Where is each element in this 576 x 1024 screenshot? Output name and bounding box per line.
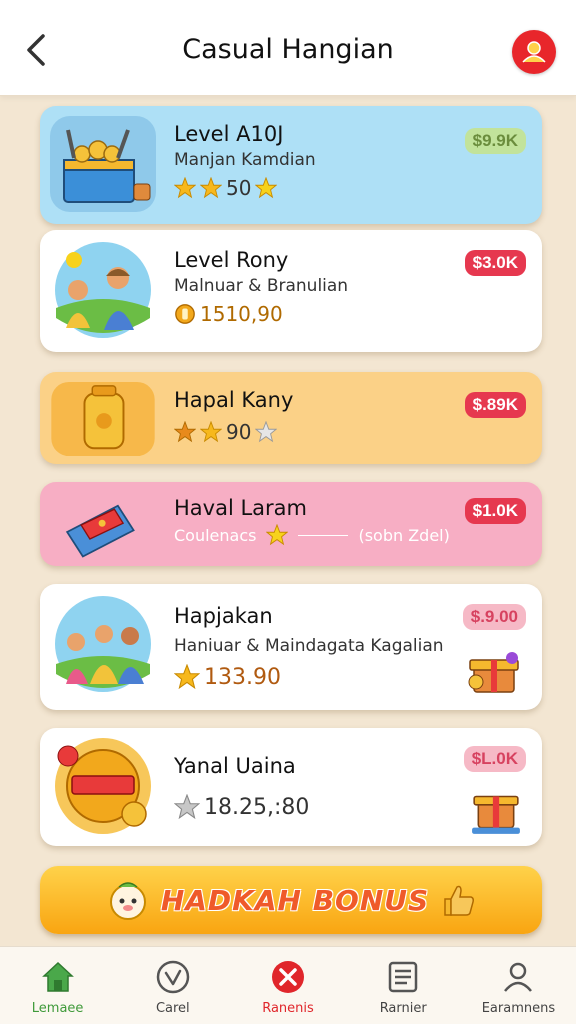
price-badge: $3.0K [464,250,526,276]
gift-box-icon [468,652,519,693]
star-icon [174,177,196,199]
star-icon [200,421,222,443]
card-rating: 90 [174,420,278,444]
check-circle-icon [156,960,190,994]
nav-label: Rarnier [379,1001,427,1016]
nav-label: Carel [155,1001,190,1016]
page-title: Casual Hangian [182,34,394,65]
bonus-button[interactable]: HADKAH BONUS [40,866,542,934]
gift-box-icon [472,795,520,834]
user-badge-icon [522,41,546,63]
nav-item-earamnens[interactable]: Earamnens [461,947,576,1024]
profile-button[interactable] [512,30,556,74]
thumbs-up-icon [444,885,475,916]
card-subtitle: Malnuar & Branulian [174,276,349,296]
nav-label: Ranenis [262,1001,314,1016]
nav-item-ranenis[interactable]: Ranenis [230,947,345,1024]
card-subtitle-row: Coulenacs (sobn Zdel) [174,524,450,546]
nav-label: Earamnens [481,1001,556,1016]
coin-icon [175,304,195,324]
price-badge: $1.0K [464,498,526,524]
card-rating: 50 [174,176,278,200]
level-card[interactable]: Yanal Uaina 18.25,:80 $L.0K [40,728,542,846]
card-title: Haval Laram [174,496,307,520]
children-illustration-icon [55,596,151,692]
gold-jar-icon [51,381,155,457]
card-title: Level A10J [174,122,284,146]
nav-label: Lemaee [31,1001,84,1016]
card-score: 90 [226,420,252,444]
star-icon [200,177,222,199]
card-subtitle: Haniuar & Maindagata Kagalian [174,636,444,656]
nav-item-rarnier[interactable]: Rarnier [346,947,461,1024]
ticket-icon [65,504,135,558]
mascot-icon [109,882,146,920]
card-title: Hapjakan [174,604,273,628]
card-coins: 1510,90 [174,302,283,326]
card-subtitle: Manjan Kamdian [174,150,316,170]
star-icon [174,421,196,443]
card-score: 133.90 [204,664,281,690]
level-card[interactable]: Hapal Kany 90 $.89K [40,372,542,464]
app-header: Casual Hangian [0,0,576,96]
card-value: 1510,90 [200,302,283,326]
nav-item-carel[interactable]: Carel [115,947,230,1024]
bonus-label: HADKAH BONUS [160,883,430,917]
star-grey-icon [174,794,200,820]
level-card[interactable]: Level Rony Malnuar & Branulian 1510,90 $… [40,230,542,352]
bottom-navigation: Lemaee Carel Ranenis Rarnier Earamnens [0,946,576,1024]
list-icon [388,961,418,993]
star-empty-icon [255,421,278,443]
level-list: Level A10J Manjan Kamdian 50 $9.9K Level… [0,96,576,946]
price-badge: $.89K [464,392,526,418]
card-title: Yanal Uaina [174,754,296,778]
close-circle-icon [272,961,304,993]
card-score: 50 [226,176,252,200]
price-badge: $.9.00 [462,604,526,630]
card-subtitle-extra: (sobn Zdel) [358,525,450,545]
card-score: 18.25,:80 [204,794,310,820]
home-icon [41,961,74,992]
treasure-chest-icon [50,116,156,212]
card-title: Level Rony [174,248,289,272]
star-icon [255,177,278,199]
card-rating: 18.25,:80 [174,794,309,820]
level-card[interactable]: Level A10J Manjan Kamdian 50 $9.9K [40,106,542,224]
card-title: Hapal Kany [174,388,294,412]
gold-coin-badge-icon [55,738,151,834]
card-rating: 133.90 [174,664,281,690]
progress-line [298,534,349,536]
nav-item-home[interactable]: Lemaee [0,947,115,1024]
price-badge: $L.0K [463,746,526,772]
user-icon [504,962,533,992]
star-icon [174,664,200,690]
level-card[interactable]: Haval Laram Coulenacs (sobn Zdel) $1.0K [40,482,542,566]
level-card[interactable]: Hapjakan Haniuar & Maindagata Kagalian 1… [40,584,542,710]
friends-illustration-icon [55,242,151,338]
price-badge: $9.9K [464,128,526,154]
star-icon [266,524,289,546]
card-subtitle: Coulenacs [174,525,257,545]
